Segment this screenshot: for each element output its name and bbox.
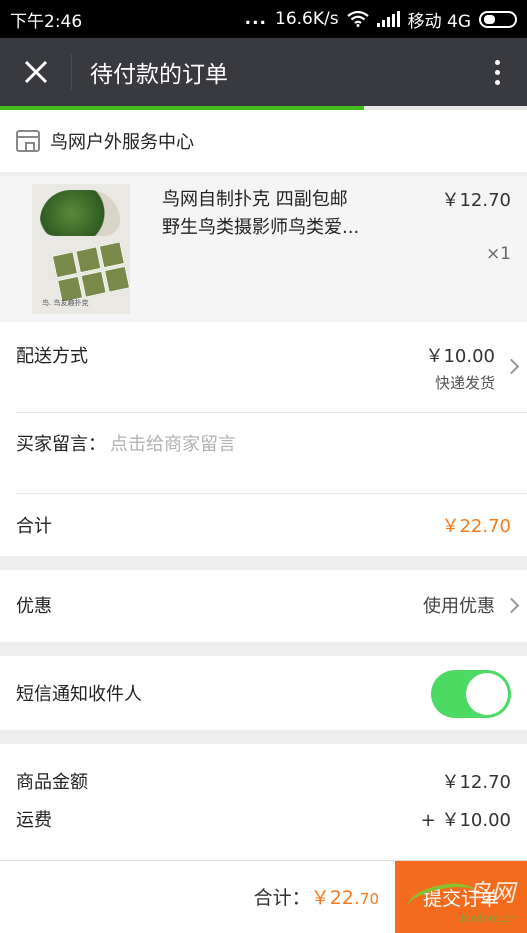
battery-icon bbox=[479, 10, 517, 28]
total-main: ￥22. bbox=[310, 887, 360, 909]
coupon-label: 优惠 bbox=[16, 596, 52, 617]
sms-toggle[interactable] bbox=[431, 670, 511, 718]
page-title: 待付款的订单 bbox=[90, 62, 228, 88]
subtotal-label: 合计 bbox=[16, 516, 52, 537]
subtotal-value: ￥22.70 bbox=[441, 516, 511, 537]
carrier-label: 移动 4G bbox=[407, 11, 471, 32]
coupon-value: 使用优惠 bbox=[423, 596, 495, 617]
total-cents: 70 bbox=[359, 890, 379, 908]
bottom-bar: 合计：￥22.70 提交订单 鸟网 birdnet.cn bbox=[0, 860, 527, 933]
status-dots: ... bbox=[244, 9, 267, 29]
close-icon[interactable] bbox=[0, 54, 72, 90]
shipping-price: ￥10.00 bbox=[425, 346, 495, 367]
message-label: 买家留言： bbox=[16, 434, 106, 455]
goods-amount-value: ￥12.70 bbox=[441, 772, 511, 793]
store-name: 鸟网户外服务中心 bbox=[50, 132, 194, 153]
playing-cards-image bbox=[51, 241, 130, 303]
buyer-message-row[interactable]: 买家留言： 点击给商家留言 bbox=[16, 430, 236, 456]
price-summary: 商品金额 ￥12.70 运费 + ￥10.00 bbox=[0, 744, 527, 860]
sms-notify-label: 短信通知收件人 bbox=[16, 684, 142, 705]
store-header[interactable]: 鸟网户外服务中心 bbox=[0, 110, 527, 172]
chevron-right-icon bbox=[503, 597, 520, 614]
total-label: 合计： bbox=[253, 887, 311, 909]
status-time: 下午2:46 bbox=[10, 11, 83, 32]
store-icon bbox=[16, 130, 40, 152]
product-quantity: ×1 bbox=[485, 244, 511, 264]
sms-notify-row: 短信通知收件人 bbox=[0, 656, 527, 730]
wifi-icon bbox=[346, 11, 369, 27]
product-item[interactable]: 鸟. 鸟友趣扑克 鸟网自制扑克 四副包邮 野生鸟类摄影师鸟类爱... ￥12.7… bbox=[0, 176, 527, 322]
product-price: ￥12.70 bbox=[441, 190, 511, 211]
shipping-method: 快递发货 bbox=[434, 374, 495, 392]
product-name-line1: 鸟网自制扑克 四副包邮 bbox=[162, 189, 348, 210]
shipping-row[interactable]: 配送方式 ￥10.00 快递发货 bbox=[0, 322, 527, 412]
nav-bar: 待付款的订单 bbox=[0, 38, 527, 106]
goods-amount-label: 商品金额 bbox=[16, 772, 88, 793]
plant-image bbox=[40, 190, 120, 236]
product-name-line2: 野生鸟类摄影师鸟类爱... bbox=[162, 217, 360, 238]
total-amount: ￥22.70 bbox=[311, 887, 379, 909]
product-name: 鸟网自制扑克 四副包邮 野生鸟类摄影师鸟类爱... bbox=[162, 186, 394, 242]
product-thumbnail: 鸟. 鸟友趣扑克 bbox=[32, 184, 130, 314]
thumb-caption: 鸟. 鸟友趣扑克 bbox=[42, 299, 89, 307]
more-vertical-icon[interactable] bbox=[467, 59, 527, 85]
toggle-knob bbox=[466, 673, 508, 715]
status-bar: 下午2:46 ... 16.6K/s 移动 4G bbox=[0, 0, 527, 38]
submit-order-button[interactable]: 提交订单 bbox=[395, 861, 527, 933]
order-details: 配送方式 ￥10.00 快递发货 买家留言： 点击给商家留言 合计 ￥22.70 bbox=[0, 322, 527, 556]
freight-value: + ￥10.00 bbox=[420, 810, 511, 831]
signal-icon bbox=[376, 11, 400, 27]
divider bbox=[16, 412, 527, 413]
freight-label: 运费 bbox=[16, 810, 52, 831]
total-display: 合计：￥22.70 bbox=[254, 883, 379, 910]
divider bbox=[16, 493, 527, 494]
network-speed: 16.6K/s bbox=[275, 9, 339, 29]
message-input[interactable]: 点击给商家留言 bbox=[110, 430, 236, 456]
coupon-row[interactable]: 优惠 使用优惠 bbox=[0, 570, 527, 642]
